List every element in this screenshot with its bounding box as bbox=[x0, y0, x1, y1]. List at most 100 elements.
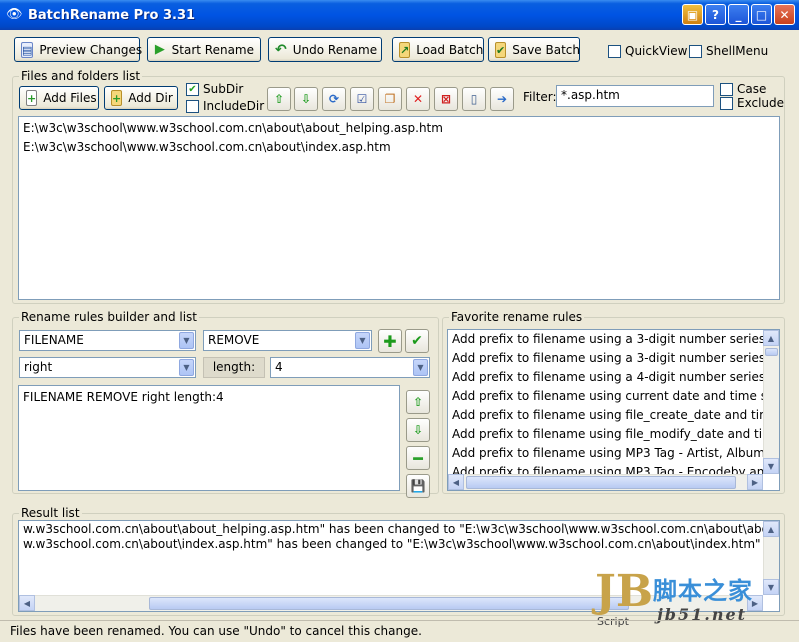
undo-rename-button[interactable]: ↶ Undo Rename bbox=[268, 37, 382, 62]
copy-list-button[interactable]: ❐ bbox=[378, 87, 402, 111]
list-item[interactable]: w.w3school.com.cn\about\index.asp.htm" h… bbox=[19, 537, 763, 552]
list-item[interactable]: w.w3school.com.cn\about\about_helping.as… bbox=[19, 522, 763, 537]
chevron-down-icon[interactable]: ▼ bbox=[179, 332, 194, 349]
move-up-button[interactable]: ⇧ bbox=[267, 87, 291, 111]
rule-down-button[interactable]: ⇩ bbox=[406, 418, 430, 442]
list-item[interactable]: Add prefix to filename using current dat… bbox=[448, 387, 763, 406]
rule-up-button[interactable]: ⇧ bbox=[406, 390, 430, 414]
page-button[interactable]: ▯ bbox=[462, 87, 486, 111]
load-batch-button[interactable]: ↗ Load Batch bbox=[392, 37, 484, 62]
favorites-group-title: Favorite rename rules bbox=[449, 310, 585, 324]
rule-remove-button[interactable]: ━ bbox=[406, 446, 430, 470]
page-icon: ▯ bbox=[470, 92, 478, 106]
remove-all-button[interactable]: ⊠ bbox=[434, 87, 458, 111]
scroll-left-icon[interactable]: ◀ bbox=[19, 595, 35, 611]
rules-list[interactable]: FILENAME REMOVE right length:4 bbox=[18, 385, 400, 491]
eye-icon: 👁 bbox=[6, 7, 23, 22]
list-item[interactable]: Add prefix to filename using MP3 Tag - A… bbox=[448, 444, 763, 463]
favorites-hscroll[interactable]: ◀ ▶ bbox=[448, 474, 763, 490]
floppy-disk-icon: 💾 bbox=[410, 479, 426, 493]
list-item[interactable]: E:\w3c\w3school\www.w3school.com.cn\abou… bbox=[19, 119, 779, 138]
add-dir-button[interactable]: + Add Dir bbox=[104, 86, 178, 110]
target-select[interactable]: FILENAME ▼ bbox=[19, 330, 196, 351]
subdir-checkbox[interactable]: ✔ SubDir bbox=[186, 82, 243, 96]
window-title: BatchRename Pro 3.31 bbox=[28, 7, 196, 23]
delete-x-icon: ✕ bbox=[412, 92, 424, 106]
add-files-button[interactable]: + Add Files bbox=[19, 86, 99, 110]
apply-rule-button[interactable]: ✔ bbox=[405, 329, 429, 353]
target-value: FILENAME bbox=[24, 333, 84, 347]
start-rename-label: Start Rename bbox=[171, 42, 254, 57]
rule-save-button[interactable]: 💾 bbox=[406, 474, 430, 498]
save-folder-icon: ✔ bbox=[495, 41, 507, 58]
scroll-down-icon[interactable]: ▼ bbox=[763, 458, 779, 474]
list-item[interactable]: Add prefix to filename using a 3-digit n… bbox=[448, 330, 763, 349]
exclude-checkbox[interactable]: Exclude bbox=[720, 96, 784, 110]
scroll-up-icon[interactable]: ▲ bbox=[763, 521, 779, 537]
arrow-down-icon: ⇩ bbox=[412, 423, 424, 437]
help-button[interactable]: ? bbox=[705, 4, 726, 25]
chevron-down-icon[interactable]: ▼ bbox=[179, 359, 194, 376]
save-batch-button[interactable]: ✔ Save Batch bbox=[488, 37, 580, 62]
rules-group-title: Rename rules builder and list bbox=[19, 310, 200, 324]
files-list[interactable]: E:\w3c\w3school\www.w3school.com.cn\abou… bbox=[18, 116, 780, 300]
list-item[interactable]: Add prefix to filename using a 3-digit n… bbox=[448, 349, 763, 368]
arrow-up-icon: ⇧ bbox=[273, 92, 285, 106]
quickview-checkbox[interactable]: QuickView bbox=[608, 44, 687, 58]
list-item[interactable]: FILENAME REMOVE right length:4 bbox=[19, 388, 399, 407]
exclude-box[interactable] bbox=[720, 96, 733, 110]
action-select[interactable]: REMOVE ▼ bbox=[203, 330, 372, 351]
folder-icon: + bbox=[111, 90, 123, 106]
remove-button[interactable]: ✕ bbox=[406, 87, 430, 111]
move-down-button[interactable]: ⇩ bbox=[294, 87, 318, 111]
case-checkbox[interactable]: Case bbox=[720, 82, 766, 96]
case-label: Case bbox=[737, 82, 767, 96]
list-item[interactable]: Add prefix to filename using file_create… bbox=[448, 406, 763, 425]
length-select[interactable]: 4 ▼ bbox=[270, 357, 430, 378]
favorites-vscroll[interactable]: ▲ ▼ bbox=[763, 330, 779, 474]
add-dir-label: Add Dir bbox=[128, 91, 173, 105]
shellmenu-box[interactable] bbox=[689, 44, 702, 58]
shellmenu-checkbox[interactable]: ShellMenu bbox=[689, 44, 768, 58]
chevron-down-icon[interactable]: ▼ bbox=[355, 332, 370, 349]
undo-rename-label: Undo Rename bbox=[292, 42, 378, 57]
app-window: 👁 BatchRename Pro 3.31 ▣ ? _ □ ✕ ▤ Previ… bbox=[0, 0, 799, 642]
list-item[interactable]: Add prefix to filename using a 4-digit n… bbox=[448, 368, 763, 387]
scroll-thumb[interactable] bbox=[765, 348, 778, 356]
checkmark-icon: ✔ bbox=[411, 333, 423, 349]
list-item[interactable]: Add prefix to filename using file_modify… bbox=[448, 425, 763, 444]
minimize-button[interactable]: _ bbox=[728, 4, 749, 25]
filter-label: Filter: bbox=[523, 90, 557, 104]
length-label-box: length: bbox=[203, 357, 265, 378]
list-item[interactable]: E:\w3c\w3school\www.w3school.com.cn\abou… bbox=[19, 138, 779, 157]
export-button[interactable]: ➔ bbox=[490, 87, 514, 111]
scroll-left-icon[interactable]: ◀ bbox=[448, 474, 464, 490]
filter-input[interactable]: *.asp.htm bbox=[556, 85, 714, 107]
favorites-list[interactable]: Add prefix to filename using a 3-digit n… bbox=[447, 329, 780, 491]
scroll-up-icon[interactable]: ▲ bbox=[763, 330, 779, 346]
scroll-thumb[interactable] bbox=[149, 597, 629, 610]
preview-icon: ▤ bbox=[21, 41, 34, 58]
close-button[interactable]: ✕ bbox=[774, 4, 795, 25]
preview-changes-label: Preview Changes bbox=[39, 42, 143, 57]
start-rename-button[interactable]: ▶ Start Rename bbox=[147, 37, 261, 62]
preview-changes-button[interactable]: ▤ Preview Changes bbox=[14, 37, 143, 62]
add-rule-button[interactable]: ✚ bbox=[378, 329, 402, 353]
title-bar[interactable]: 👁 BatchRename Pro 3.31 ▣ ? _ □ ✕ bbox=[0, 0, 799, 30]
check-list-button[interactable]: ☑ bbox=[350, 87, 374, 111]
case-box[interactable] bbox=[720, 82, 733, 96]
list-item[interactable]: Add prefix to filename using MP3 Tag - E… bbox=[448, 463, 763, 474]
quickview-box[interactable] bbox=[608, 44, 621, 58]
subdir-box[interactable]: ✔ bbox=[186, 82, 199, 96]
chevron-down-icon[interactable]: ▼ bbox=[413, 359, 428, 376]
maximize-button[interactable]: □ bbox=[751, 4, 772, 25]
cube-icon[interactable]: ▣ bbox=[682, 4, 703, 25]
position-select[interactable]: right ▼ bbox=[19, 357, 196, 378]
includedir-box[interactable] bbox=[186, 99, 199, 113]
scroll-thumb[interactable] bbox=[466, 476, 736, 489]
checklist-icon: ☑ bbox=[356, 92, 368, 106]
quickview-label: QuickView bbox=[625, 44, 688, 58]
refresh-button[interactable]: ⟳ bbox=[322, 87, 346, 111]
scroll-right-icon[interactable]: ▶ bbox=[747, 474, 763, 490]
includedir-checkbox[interactable]: IncludeDir bbox=[186, 99, 264, 113]
